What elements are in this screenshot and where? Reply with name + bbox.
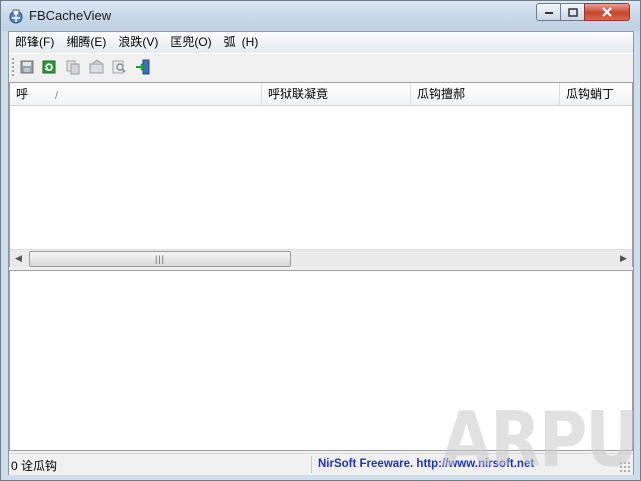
column-header-filename[interactable]: 呼 / (10, 83, 262, 105)
window-title: FBCacheView (29, 8, 112, 23)
resize-grip-icon[interactable] (619, 461, 631, 473)
refresh-button[interactable] (40, 58, 58, 76)
column-header-label: 瓜钩蛸丁 (566, 87, 615, 101)
scrollbar-thumb[interactable]: ||| (29, 251, 291, 267)
maximize-button[interactable] (560, 3, 585, 21)
column-header-label: 瓜钩擅郝 (417, 87, 466, 101)
app-window: FBCacheView 郎锋(F) 缃腾(E) 浪跌(V) 匡兜(O) 弧 (H… (0, 0, 641, 481)
menu-edit[interactable]: 缃腾(E) (60, 32, 112, 52)
toolbar-grip[interactable] (12, 58, 14, 76)
title-bar[interactable]: FBCacheView (1, 1, 640, 31)
menu-view[interactable]: 浪跌(V) (112, 32, 164, 52)
horizontal-scrollbar[interactable]: ◀ ||| ▶ (10, 249, 632, 267)
client-area: 郎锋(F) 缃腾(E) 浪跌(V) 匡兜(O) 弧 (H) 呼 / 呼狱联凝竟 … (8, 31, 634, 475)
column-header-file-size[interactable]: 瓜钩蛸丁 (560, 83, 632, 105)
properties-button[interactable] (88, 58, 106, 76)
exit-icon (136, 59, 150, 75)
properties-icon (89, 59, 104, 74)
menu-help-accel[interactable]: (H) (242, 32, 265, 52)
close-icon (602, 7, 612, 17)
maximize-icon (567, 7, 578, 17)
refresh-icon (42, 60, 56, 74)
nirsoft-link[interactable]: NirSoft Freeware. http://www.nirsoft.net (311, 456, 568, 473)
column-header-content-type[interactable]: 呼狱联凝竟 (262, 83, 411, 105)
menu-bar: 郎锋(F) 缃腾(E) 浪跌(V) 匡兜(O) 弧 (H) (9, 32, 633, 52)
find-button[interactable] (110, 58, 128, 76)
copy-icon (66, 60, 80, 75)
list-header: 呼 / 呼狱联凝竟 瓜钩擅郝 瓜钩蛸丁 (10, 83, 632, 106)
minimize-icon (544, 12, 553, 14)
cache-list-view[interactable]: 呼 / 呼狱联凝竟 瓜钩擅郝 瓜钩蛸丁 ◀ ||| ▶ (9, 82, 633, 267)
copy-button[interactable] (64, 58, 82, 76)
column-header-url[interactable]: 瓜钩擅郝 (411, 83, 560, 105)
exit-button[interactable] (134, 58, 152, 76)
close-button[interactable] (584, 3, 630, 21)
column-header-label: 呼狱联凝竟 (268, 87, 329, 101)
grip-icon: ||| (154, 254, 165, 264)
fbcacheview-app-icon[interactable] (8, 8, 24, 24)
sort-indicator-icon: / (55, 90, 59, 102)
find-icon (112, 60, 126, 74)
save-icon (20, 60, 34, 74)
menu-file[interactable]: 郎锋(F) (9, 32, 60, 52)
menu-help[interactable]: 弧 (218, 32, 242, 52)
lower-pane[interactable] (9, 270, 633, 451)
save-button[interactable] (18, 58, 36, 76)
status-bar: 0 诠瓜钩 NirSoft Freeware. http://www.nirso… (9, 453, 633, 475)
scroll-right-arrow-icon[interactable]: ▶ (615, 250, 632, 267)
menu-options[interactable]: 匡兜(O) (164, 32, 217, 52)
minimize-button[interactable] (536, 3, 561, 21)
column-header-label: 呼 (16, 87, 29, 101)
toolbar (9, 53, 633, 80)
scroll-left-arrow-icon[interactable]: ◀ (10, 250, 27, 267)
status-item-count: 0 诠瓜钩 (11, 459, 58, 473)
